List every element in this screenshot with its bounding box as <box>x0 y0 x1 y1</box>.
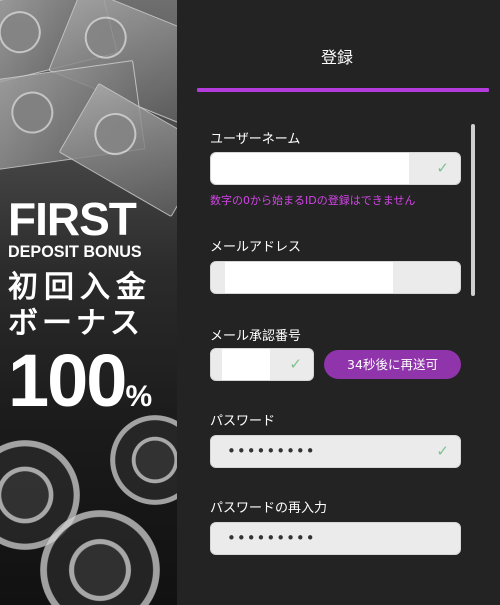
password-input[interactable]: ••••••••• ✓ <box>210 435 461 468</box>
banner-percent: 100% <box>8 344 152 434</box>
promo-banner: FIRST DEPOSIT BONUS 初回入金 ボーナス 100% <box>0 0 177 605</box>
email-label: メールアドレス <box>210 240 302 255</box>
username-value-redacted <box>211 153 409 184</box>
email-input[interactable] <box>210 261 461 294</box>
banner-percent-sign: % <box>125 380 153 413</box>
banner-first: FIRST <box>8 193 137 245</box>
verification-code-value-redacted <box>222 349 270 380</box>
password-confirm-label: パスワードの再入力 <box>210 501 328 516</box>
password-value: ••••••••• <box>227 442 316 460</box>
check-icon: ✓ <box>289 355 302 373</box>
verification-code-label: メール承認番号 <box>210 329 302 344</box>
password-label: パスワード <box>210 414 276 429</box>
banner-deposit-bonus: DEPOSIT BONUS <box>8 242 142 261</box>
email-value-redacted <box>225 262 393 293</box>
username-error-message: 数字の0から始まるIDの登録はできません <box>210 194 416 207</box>
banner-first-deposit-jp: 初回入金 <box>8 270 152 305</box>
username-input[interactable]: ✓ <box>210 152 461 185</box>
scrollbar-thumb[interactable] <box>471 124 475 296</box>
check-icon: ✓ <box>436 159 449 177</box>
username-label: ユーザーネーム <box>210 132 301 147</box>
password-confirm-value: ••••••••• <box>227 529 316 547</box>
banner-bonus-jp: ボーナス <box>8 306 144 341</box>
resend-code-button[interactable]: 34秒後に再送可 <box>324 350 461 379</box>
registration-panel: 登録 ユーザーネーム ✓ 数字の0から始まるIDの登録はできません メールアドレ… <box>177 0 500 605</box>
form-scrollbar[interactable] <box>471 124 475 594</box>
page-title: 登録 <box>320 48 353 67</box>
verification-code-input[interactable]: ✓ <box>210 348 314 381</box>
title-underline <box>197 88 489 92</box>
bonus-headline: FIRST DEPOSIT BONUS 初回入金 ボーナス 100% <box>8 196 152 434</box>
banner-percent-number: 100 <box>8 339 127 422</box>
password-confirm-input[interactable]: ••••••••• <box>210 522 461 555</box>
check-icon: ✓ <box>436 442 449 460</box>
